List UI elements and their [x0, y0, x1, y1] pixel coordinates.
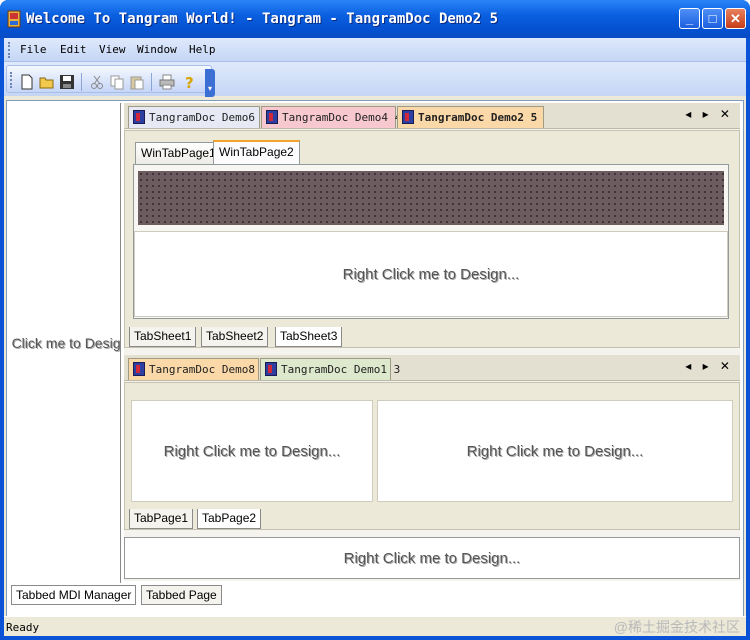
tabbed-mdi-manager-tab[interactable]: Tabbed MDI Manager: [11, 585, 137, 605]
menu-file[interactable]: File: [20, 43, 47, 56]
toolbar: ? ▾: [4, 62, 746, 97]
status-text: Ready: [6, 621, 40, 634]
middle-right-design-box[interactable]: Right Click me to Design...: [377, 400, 733, 502]
status-bar: Ready @稀土掘金技术社区: [4, 616, 746, 636]
document-icon: [265, 362, 277, 376]
copy-icon[interactable]: [109, 74, 125, 90]
new-document-icon[interactable]: [19, 74, 35, 90]
minimize-button[interactable]: _: [679, 8, 700, 29]
middle-document-tabs: TangramDoc Demo8 2 TangramDoc Demo1 3 ◂ …: [124, 355, 740, 381]
top-document-panel: WinTabPage1 WinTabPage2 Right Click me t…: [124, 130, 740, 348]
toolbar-grip[interactable]: [10, 72, 13, 88]
doc-tab-demo2[interactable]: TangramDoc Demo2 5: [397, 106, 544, 128]
tab-page1[interactable]: TabPage1: [129, 509, 194, 529]
close-icon: ✕: [730, 10, 741, 26]
document-area: TangramDoc Demo6 1 TangramDoc Demo4 4 Ta…: [124, 103, 740, 581]
win-tab-page1[interactable]: WinTabPage1: [135, 142, 222, 164]
svg-text:?: ?: [185, 74, 194, 90]
doc-tab-demo4[interactable]: TangramDoc Demo4 4: [261, 106, 401, 128]
bottom-design-box[interactable]: Right Click me to Design...: [124, 537, 740, 579]
win-tab-page2[interactable]: WinTabPage2: [213, 140, 300, 164]
maximize-button[interactable]: □: [702, 8, 723, 29]
app-logo-icon: [7, 10, 21, 28]
window-frame: File Edit View Window Help ? ▾ Click me …: [4, 38, 746, 636]
maximize-icon: □: [708, 11, 717, 26]
doc-tab-demo1[interactable]: TangramDoc Demo1 3: [260, 358, 400, 380]
tab-sheet3[interactable]: TabSheet3: [275, 327, 343, 347]
open-folder-icon[interactable]: [39, 74, 55, 90]
save-icon[interactable]: [59, 74, 75, 90]
tabbed-page-tab[interactable]: Tabbed Page: [141, 585, 222, 605]
watermark: @稀土掘金技术社区: [613, 619, 740, 635]
menu-help[interactable]: Help: [189, 43, 216, 56]
middle-strip-controls[interactable]: ◂ ▸ ✕: [685, 359, 734, 373]
left-design-text: Right Click me to Design...: [11, 335, 121, 351]
help-icon[interactable]: ?: [181, 74, 197, 90]
title-bar[interactable]: Welcome To Tangram World! - Tangram - Ta…: [0, 0, 750, 38]
document-icon: [402, 110, 414, 124]
doc-tab-demo8[interactable]: TangramDoc Demo8 2: [128, 358, 268, 380]
doc-tab-demo6[interactable]: TangramDoc Demo6 1: [128, 106, 268, 128]
tab-page2[interactable]: TabPage2: [197, 509, 262, 529]
toolbar-separator: [151, 73, 152, 91]
menu-view[interactable]: View: [99, 43, 126, 56]
minimize-icon: _: [685, 11, 694, 26]
left-design-pane[interactable]: Right Click me to Design...: [11, 103, 121, 583]
standard-toolbar: ? ▾: [6, 65, 215, 97]
toolbar-separator: [81, 73, 82, 91]
paste-icon[interactable]: [129, 74, 145, 90]
middle-left-design-box[interactable]: Right Click me to Design...: [131, 400, 373, 502]
app-window: Welcome To Tangram World! - Tangram - Ta…: [0, 0, 750, 640]
close-button[interactable]: ✕: [725, 8, 746, 29]
mdi-client: Right Click me to Design... TangramDoc D…: [6, 100, 744, 620]
document-icon: [266, 110, 278, 124]
print-icon[interactable]: [159, 74, 175, 90]
window-title: Welcome To Tangram World! - Tangram - Ta…: [26, 11, 499, 27]
tab-sheet1[interactable]: TabSheet1: [129, 327, 197, 347]
win-tab-content: Right Click me to Design...: [133, 164, 729, 319]
top-strip-controls[interactable]: ◂ ▸ ✕: [685, 107, 734, 121]
menu-window[interactable]: Window: [137, 43, 177, 56]
top-design-box[interactable]: Right Click me to Design...: [134, 231, 728, 317]
top-document-tabs: TangramDoc Demo6 1 TangramDoc Demo4 4 Ta…: [124, 103, 740, 129]
cut-icon[interactable]: [89, 74, 105, 90]
dotted-design-surface[interactable]: [138, 171, 724, 225]
menubar-grip[interactable]: [8, 42, 11, 58]
middle-document-panel: Right Click me to Design... Right Click …: [124, 382, 740, 530]
menu-bar: File Edit View Window Help: [4, 38, 746, 62]
tab-sheet2[interactable]: TabSheet2: [201, 327, 269, 347]
document-icon: [133, 110, 145, 124]
menu-edit[interactable]: Edit: [60, 43, 87, 56]
document-icon: [133, 362, 145, 376]
toolbar-overflow-chevron-icon[interactable]: ▾: [205, 69, 215, 97]
